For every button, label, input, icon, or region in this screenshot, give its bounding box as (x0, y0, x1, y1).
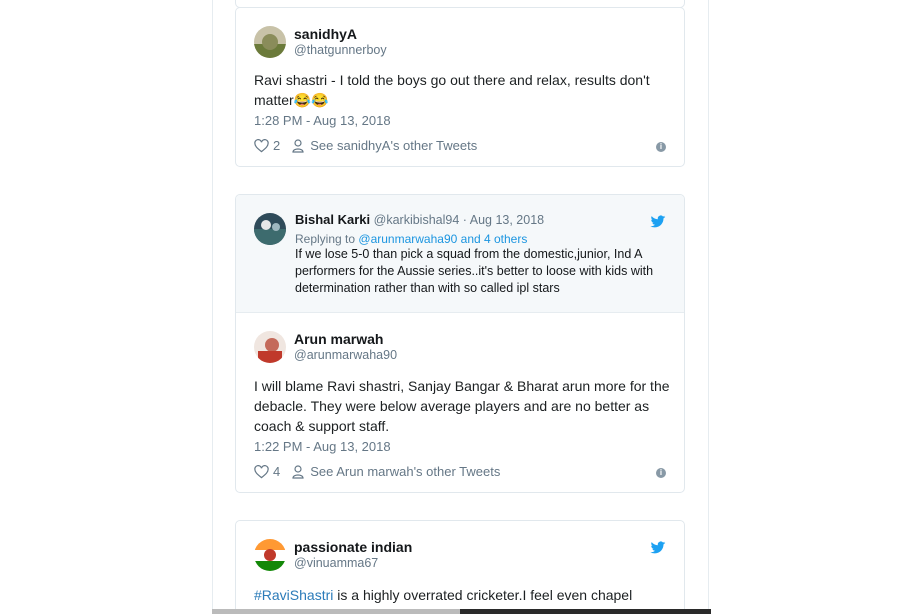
info-icon[interactable]: i (656, 142, 666, 152)
tweet-text: #RaviShastri is a highly overrated crick… (254, 585, 674, 605)
person-icon (292, 464, 304, 479)
replying-prefix: Replying to (295, 232, 356, 246)
replying-others-link[interactable]: and 4 others (461, 232, 528, 246)
author-name[interactable]: Arun marwah (294, 331, 397, 347)
person-icon (292, 138, 304, 153)
avatar[interactable] (254, 331, 286, 363)
tweet-header: sanidhyA @thatgunnerboy (254, 26, 387, 58)
quoted-tweet[interactable]: Bishal Karki @karkibishal94 · Aug 13, 20… (236, 195, 684, 313)
see-other-tweets-link[interactable]: See sanidhyA's other Tweets (310, 138, 477, 153)
quoted-tweet-text: If we lose 5-0 than pick a squad from th… (295, 247, 654, 295)
see-other-tweets-link[interactable]: See Arun marwah's other Tweets (310, 464, 500, 479)
author-handle[interactable]: @vinuamma67 (294, 555, 412, 571)
tweet-header: Arun marwah @arunmarwaha90 (254, 331, 397, 363)
tweet-timestamp[interactable]: 1:28 PM - Aug 13, 2018 (254, 113, 391, 128)
replying-to-line: Replying to @arunmarwaha90 and 4 others (295, 232, 527, 246)
author-name[interactable]: sanidhyA (294, 26, 387, 42)
tweet-header: passionate indian @vinuamma67 (254, 539, 412, 571)
tweet-text: Ravi shastri - I told the boys go out th… (254, 72, 650, 108)
quoted-date[interactable]: · Aug 13, 2018 (463, 213, 544, 227)
tweet-text: I will blame Ravi shastri, Sanjay Bangar… (254, 378, 670, 434)
hashtag-link[interactable]: #RaviShastri (254, 587, 333, 603)
author-handle[interactable]: @arunmarwaha90 (294, 347, 397, 363)
tweet-card-passionate-indian[interactable]: passionate indian @vinuamma67 #RaviShast… (235, 520, 685, 614)
tweet-actions: 4 See Arun marwah's other Tweets (254, 464, 500, 479)
avatar[interactable] (254, 26, 286, 58)
quoted-avatar[interactable] (254, 213, 286, 245)
heart-icon[interactable] (254, 464, 269, 479)
author-handle[interactable]: @thatgunnerboy (294, 42, 387, 58)
quoted-author-handle[interactable]: @karkibishal94 (374, 213, 460, 227)
tweet-text-body: is a highly overrated cricketer.I feel e… (333, 587, 633, 603)
quoted-author-name[interactable]: Bishal Karki (295, 212, 370, 227)
avatar[interactable] (254, 539, 286, 571)
tweet-actions: 2 See sanidhyA's other Tweets (254, 138, 477, 153)
heart-icon[interactable] (254, 138, 269, 153)
twitter-bird-icon[interactable] (650, 215, 666, 229)
tweet-card-arun[interactable]: Bishal Karki @karkibishal94 · Aug 13, 20… (235, 194, 685, 493)
info-icon[interactable]: i (656, 468, 666, 478)
tweet-timestamp[interactable]: 1:22 PM - Aug 13, 2018 (254, 439, 391, 454)
like-count[interactable]: 2 (273, 138, 280, 153)
twitter-bird-icon[interactable] (650, 541, 666, 555)
like-count[interactable]: 4 (273, 464, 280, 479)
author-name[interactable]: passionate indian (294, 539, 412, 555)
tweet-card-sanidhya[interactable]: sanidhyA @thatgunnerboy Ravi shastri - I… (235, 7, 685, 167)
replying-to-link[interactable]: @arunmarwaha90 (358, 232, 457, 246)
bottom-strip-dark (460, 609, 711, 614)
